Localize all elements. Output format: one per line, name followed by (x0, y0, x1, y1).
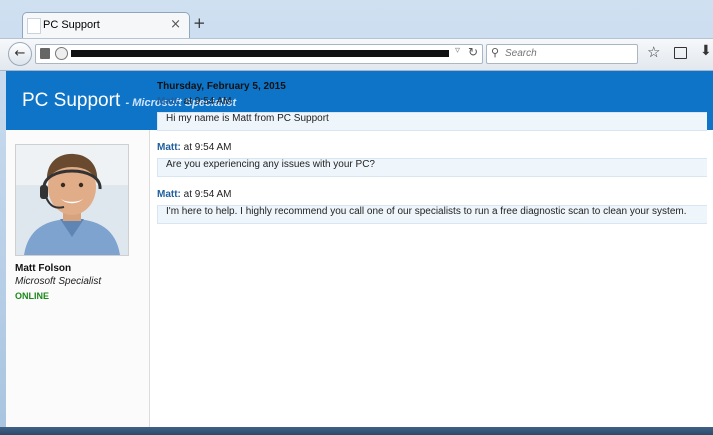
message-sender: Matt: (157, 142, 181, 153)
taskbar (0, 427, 713, 435)
navigation-toolbar: ← ▿ ↻ ⚲ ☆ ⬇ (0, 38, 713, 71)
download-icon[interactable]: ⬇ (700, 43, 712, 59)
agent-name: Matt Folson (15, 263, 72, 274)
close-tab-icon[interactable]: × (170, 17, 181, 32)
url-text-redacted[interactable] (71, 50, 449, 57)
address-bar[interactable]: ▿ ↻ (35, 44, 483, 64)
chat-date: Thursday, February 5, 2015 (157, 81, 286, 92)
back-arrow-icon[interactable]: ← (8, 42, 32, 66)
search-box[interactable]: ⚲ (486, 44, 638, 64)
message-time: at 9:54 AM (183, 142, 232, 153)
search-icon: ⚲ (491, 46, 500, 59)
message-sender: Matt: (157, 96, 181, 107)
agent-photo (15, 144, 129, 256)
status-badge: ONLINE (15, 291, 50, 301)
chat-message: Matt: at 9:54 AM Hi my name is Matt from… (157, 96, 707, 131)
message-time: at 9:54 AM (183, 96, 232, 107)
dropdown-icon[interactable]: ▿ (455, 45, 460, 56)
agent-sidebar: Matt Folson Microsoft Specialist ONLINE (6, 130, 150, 427)
chat-message: Matt: at 9:54 AM Are you experiencing an… (157, 142, 707, 177)
browser-window: PC Support × + ← ▿ ↻ ⚲ ☆ ⬇ PC Support - … (0, 0, 713, 435)
tab-title: PC Support (43, 19, 100, 31)
agent-title: Microsoft Specialist (15, 276, 102, 287)
message-meta: Matt: at 9:54 AM (157, 189, 707, 203)
globe-icon (55, 47, 68, 60)
reading-list-icon[interactable] (674, 47, 687, 59)
message-text: I'm here to help. I highly recommend you… (157, 205, 707, 224)
message-time: at 9:54 AM (183, 189, 232, 200)
browser-tab[interactable]: PC Support × (22, 12, 190, 39)
message-sender: Matt: (157, 189, 181, 200)
chat-message: Matt: at 9:54 AM I'm here to help. I hig… (157, 189, 707, 224)
site-info-icon[interactable] (40, 48, 50, 59)
new-tab-button[interactable]: + (193, 14, 206, 32)
brand-name: PC Support (22, 90, 121, 111)
message-meta: Matt: at 9:54 AM (157, 96, 707, 110)
message-meta: Matt: at 9:54 AM (157, 142, 707, 156)
search-input[interactable] (505, 46, 633, 61)
message-text: Are you experiencing any issues with you… (157, 158, 707, 177)
message-text: Hi my name is Matt from PC Support (157, 112, 707, 131)
star-icon[interactable]: ☆ (647, 43, 660, 61)
reload-icon[interactable]: ↻ (468, 45, 478, 59)
page-favicon-icon (27, 18, 41, 34)
